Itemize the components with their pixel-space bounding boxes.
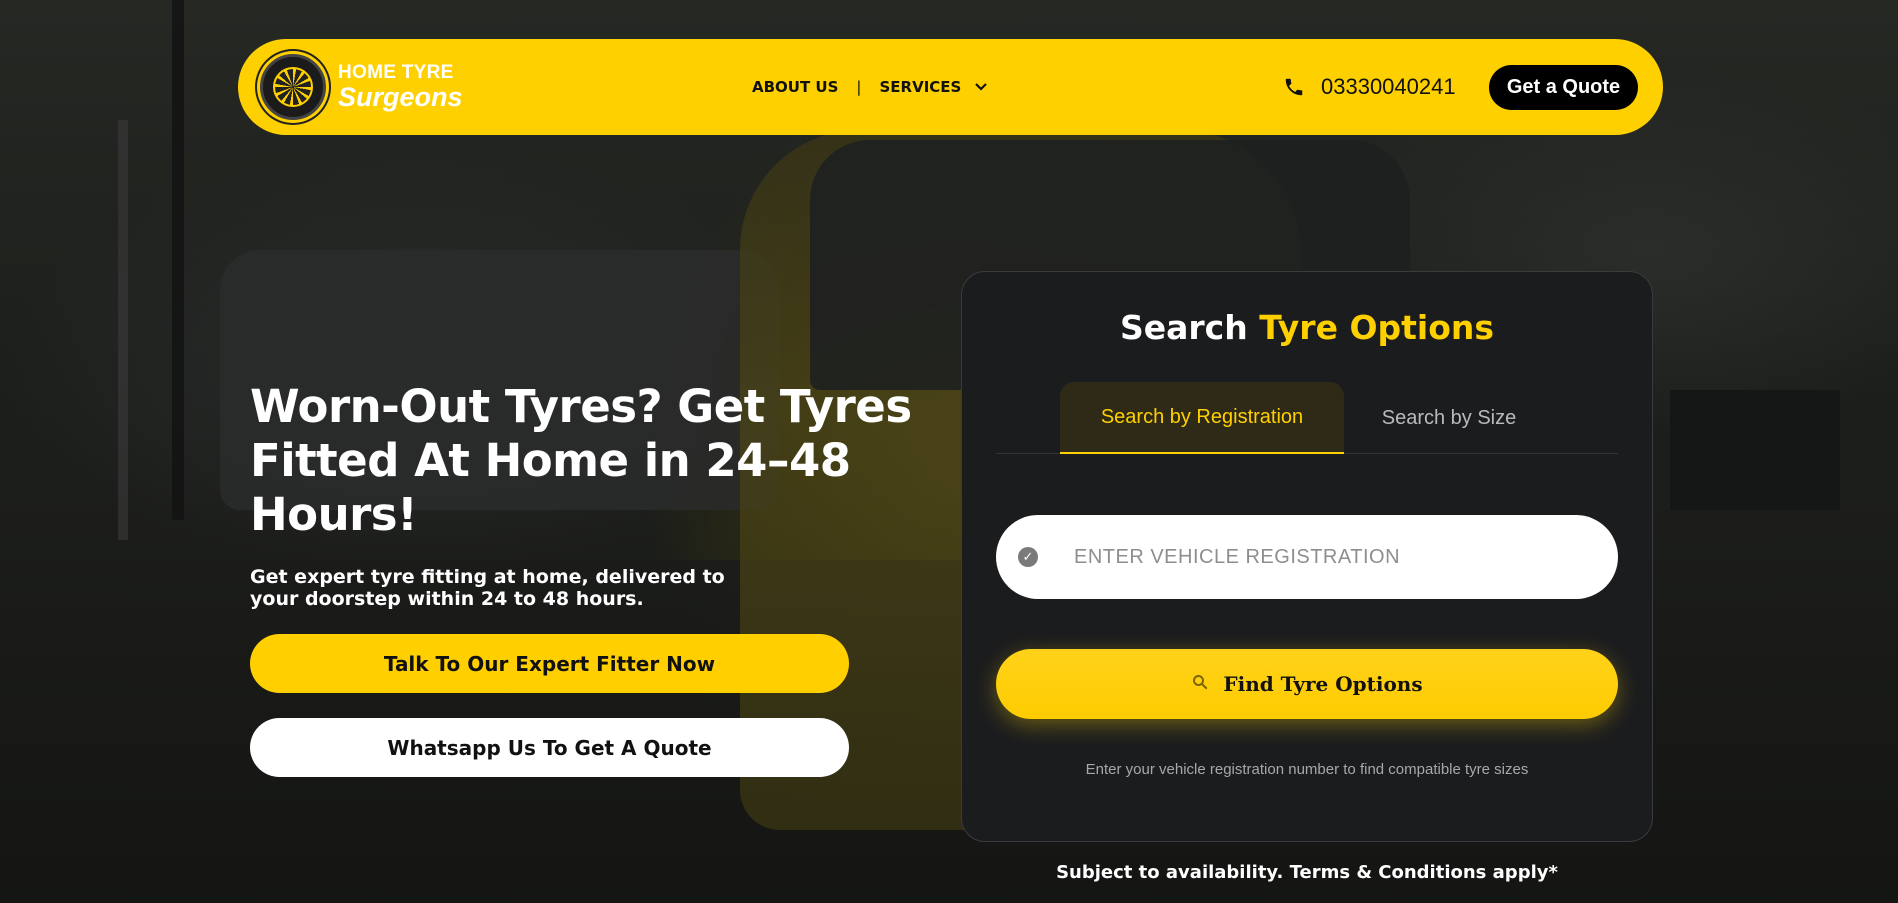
tab-search-by-registration[interactable]: Search by Registration (1060, 382, 1344, 454)
hero-subtitle: Get expert tyre fitting at home, deliver… (250, 566, 725, 610)
registration-input-container[interactable]: ✓ (996, 515, 1618, 599)
site-header: HOME TYRE Surgeons ABOUT US | SERVICES 0… (238, 39, 1663, 135)
phone-contact[interactable]: 03330040241 (1283, 39, 1456, 135)
phone-number[interactable]: 03330040241 (1321, 74, 1456, 100)
search-card-title: Search Tyre Options (962, 308, 1652, 347)
main-nav: ABOUT US | SERVICES (752, 39, 988, 135)
tyre-search-card: Search Tyre Options Search by Registrati… (961, 271, 1653, 842)
find-tyre-options-button[interactable]: Find Tyre Options (996, 649, 1618, 719)
search-help-text: Enter your vehicle registration number t… (1085, 761, 1529, 778)
terms-note: Subject to availability. Terms & Conditi… (1056, 862, 1558, 883)
tab-search-by-size[interactable]: Search by Size (1344, 382, 1554, 454)
whatsapp-quote-button[interactable]: Whatsapp Us To Get A Quote (250, 718, 849, 777)
search-icon (1191, 673, 1209, 696)
phone-icon (1283, 76, 1305, 98)
brand-name-line2: Surgeons (338, 82, 463, 112)
tyre-logo-icon (260, 54, 326, 120)
brand-name-line1: HOME TYRE (338, 62, 454, 83)
title-yellow-part: Tyre Options (1259, 308, 1495, 347)
hero-title: Worn-Out Tyres? Get Tyres Fitted At Home… (250, 380, 912, 541)
nav-item-services[interactable]: SERVICES (879, 78, 961, 96)
brand-logo[interactable]: HOME TYRE Surgeons (260, 49, 480, 125)
check-circle-icon: ✓ (1018, 547, 1038, 567)
nav-separator: | (856, 78, 862, 96)
find-button-label: Find Tyre Options (1223, 672, 1423, 696)
title-white-part: Search (1119, 308, 1248, 347)
search-tabs: Search by Registration Search by Size (996, 382, 1618, 454)
talk-to-expert-button[interactable]: Talk To Our Expert Fitter Now (250, 634, 849, 693)
registration-input[interactable] (1074, 545, 1574, 569)
chevron-down-icon[interactable] (975, 80, 988, 94)
get-a-quote-button[interactable]: Get a Quote (1489, 65, 1638, 110)
nav-item-about-us[interactable]: ABOUT US (752, 78, 838, 96)
